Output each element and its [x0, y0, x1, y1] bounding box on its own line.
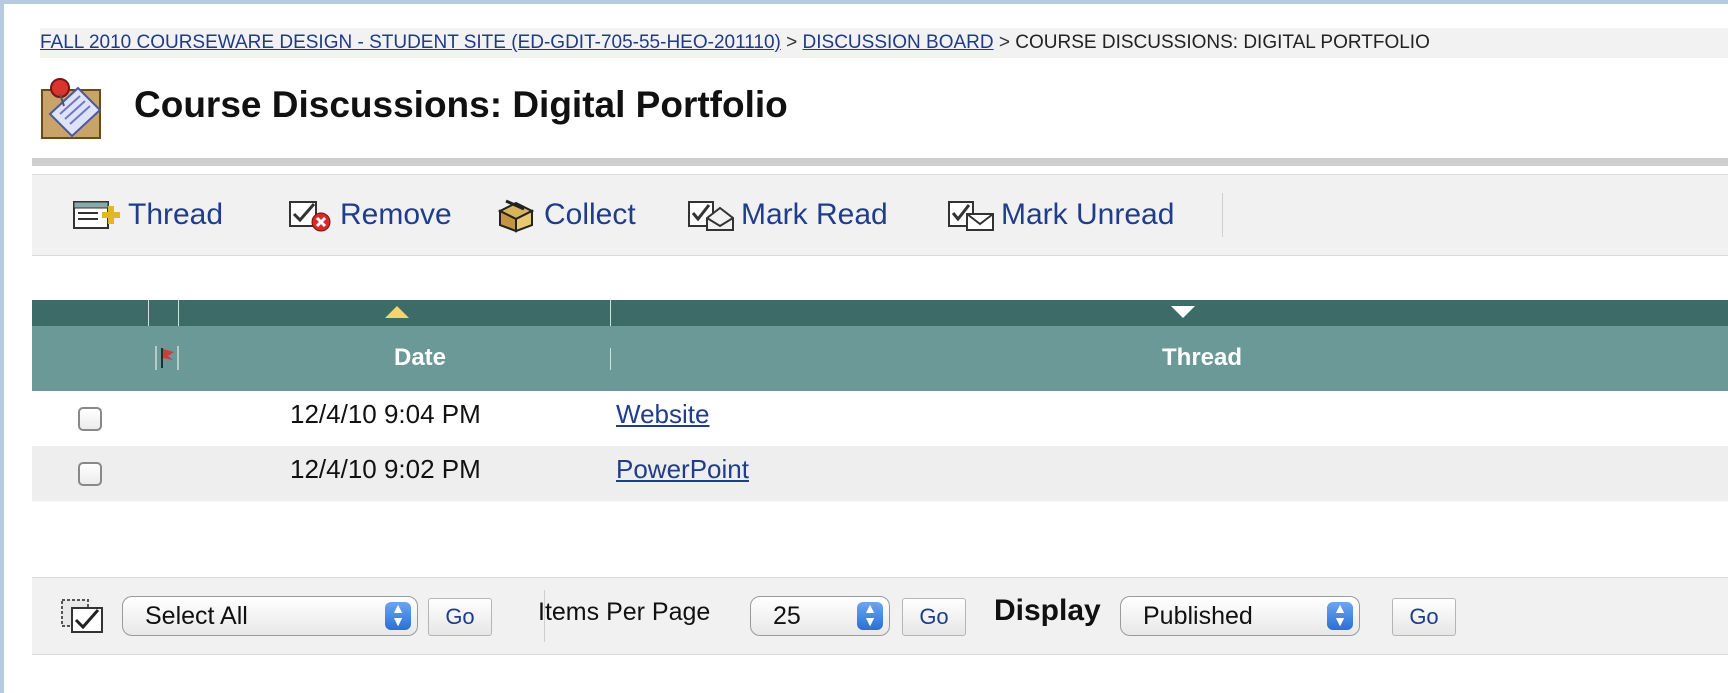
list-controls-bar: Select All ▲ ▼ Go Items Per Page 25 ▲ ▼ Go…	[32, 577, 1728, 655]
table-row: 12/4/10 9:04 PM Website	[32, 391, 1728, 446]
items-per-page-dropdown[interactable]: 25 ▲ ▼	[750, 596, 890, 636]
mark-unread-button-label: Mark Unread	[1001, 198, 1175, 231]
remove-icon	[289, 201, 331, 232]
display-dropdown[interactable]: Published ▲ ▼	[1120, 596, 1360, 636]
row-date: 12/4/10 9:04 PM	[290, 399, 481, 429]
go-button[interactable]: Go	[902, 598, 966, 636]
thread-button-label: Thread	[128, 198, 224, 231]
breadcrumb: FALL 2010 COURSEWARE DESIGN - STUDENT SI…	[40, 28, 1728, 58]
thread-link[interactable]: PowerPoint	[616, 454, 749, 485]
go-button[interactable]: Go	[428, 598, 492, 636]
dropdown-arrows-icon: ▲ ▼	[857, 601, 883, 630]
column-divider	[148, 300, 149, 326]
go-button[interactable]: Go	[1392, 598, 1456, 636]
date-column-header[interactable]: Date	[394, 344, 446, 372]
collect-button-label: Collect	[544, 198, 636, 231]
column-divider	[610, 348, 611, 370]
row-checkbox[interactable]	[78, 407, 102, 431]
mark-unread-icon	[948, 201, 994, 231]
dropdown-arrows-icon: ▲ ▼	[385, 601, 411, 630]
title-divider	[32, 158, 1728, 166]
table-row: 12/4/10 9:02 PM PowerPoint	[32, 446, 1728, 501]
mark-read-button[interactable]: Mark Read	[687, 197, 888, 233]
select-all-value: Select All	[145, 602, 248, 630]
select-all-checkbox-icon	[61, 599, 103, 633]
breadcrumb-board-link[interactable]: DISCUSSION BOARD	[803, 32, 994, 53]
mark-read-button-label: Mark Read	[741, 198, 888, 231]
thread-button[interactable]: Thread	[72, 197, 223, 233]
discussion-board-icon	[38, 74, 108, 144]
thread-link[interactable]: Website	[616, 399, 709, 430]
action-toolbar: Thread Remove Collect Mark Read Mark Unr…	[32, 174, 1728, 256]
breadcrumb-course-link[interactable]: FALL 2010 COURSEWARE DESIGN - STUDENT SI…	[40, 32, 781, 53]
table-sort-bar	[32, 300, 1728, 326]
thread-column-header[interactable]: Thread	[1162, 344, 1242, 372]
flag-icon[interactable]	[154, 346, 180, 370]
breadcrumb-separator: >	[786, 32, 798, 53]
new-thread-icon	[73, 201, 120, 229]
row-checkbox[interactable]	[78, 462, 102, 486]
display-label: Display	[994, 594, 1101, 627]
mark-unread-button[interactable]: Mark Unread	[947, 197, 1174, 233]
sort-descending-icon[interactable]	[1171, 306, 1195, 318]
toolbar-divider	[1222, 193, 1223, 237]
remove-button-label: Remove	[340, 198, 452, 231]
column-divider	[610, 300, 611, 326]
remove-button[interactable]: Remove	[288, 197, 452, 233]
collect-button[interactable]: Collect	[496, 197, 636, 233]
page-title: Course Discussions: Digital Portfolio	[134, 84, 788, 125]
column-divider	[178, 300, 179, 326]
breadcrumb-current: COURSE DISCUSSIONS: DIGITAL PORTFOLIO	[1015, 32, 1430, 53]
page-frame: FALL 2010 COURSEWARE DESIGN - STUDENT SI…	[0, 0, 1728, 693]
collect-icon	[497, 199, 535, 233]
row-date: 12/4/10 9:02 PM	[290, 454, 481, 484]
mark-read-icon	[688, 201, 734, 231]
sort-ascending-icon[interactable]	[385, 306, 409, 318]
breadcrumb-separator: >	[998, 32, 1011, 53]
select-all-dropdown[interactable]: Select All ▲ ▼	[122, 596, 418, 636]
table-header: Date Thread	[32, 326, 1728, 391]
display-value: Published	[1143, 602, 1253, 630]
items-per-page-label: Items Per Page	[538, 598, 711, 626]
dropdown-arrows-icon: ▲ ▼	[1327, 601, 1353, 630]
items-per-page-value: 25	[773, 602, 801, 630]
